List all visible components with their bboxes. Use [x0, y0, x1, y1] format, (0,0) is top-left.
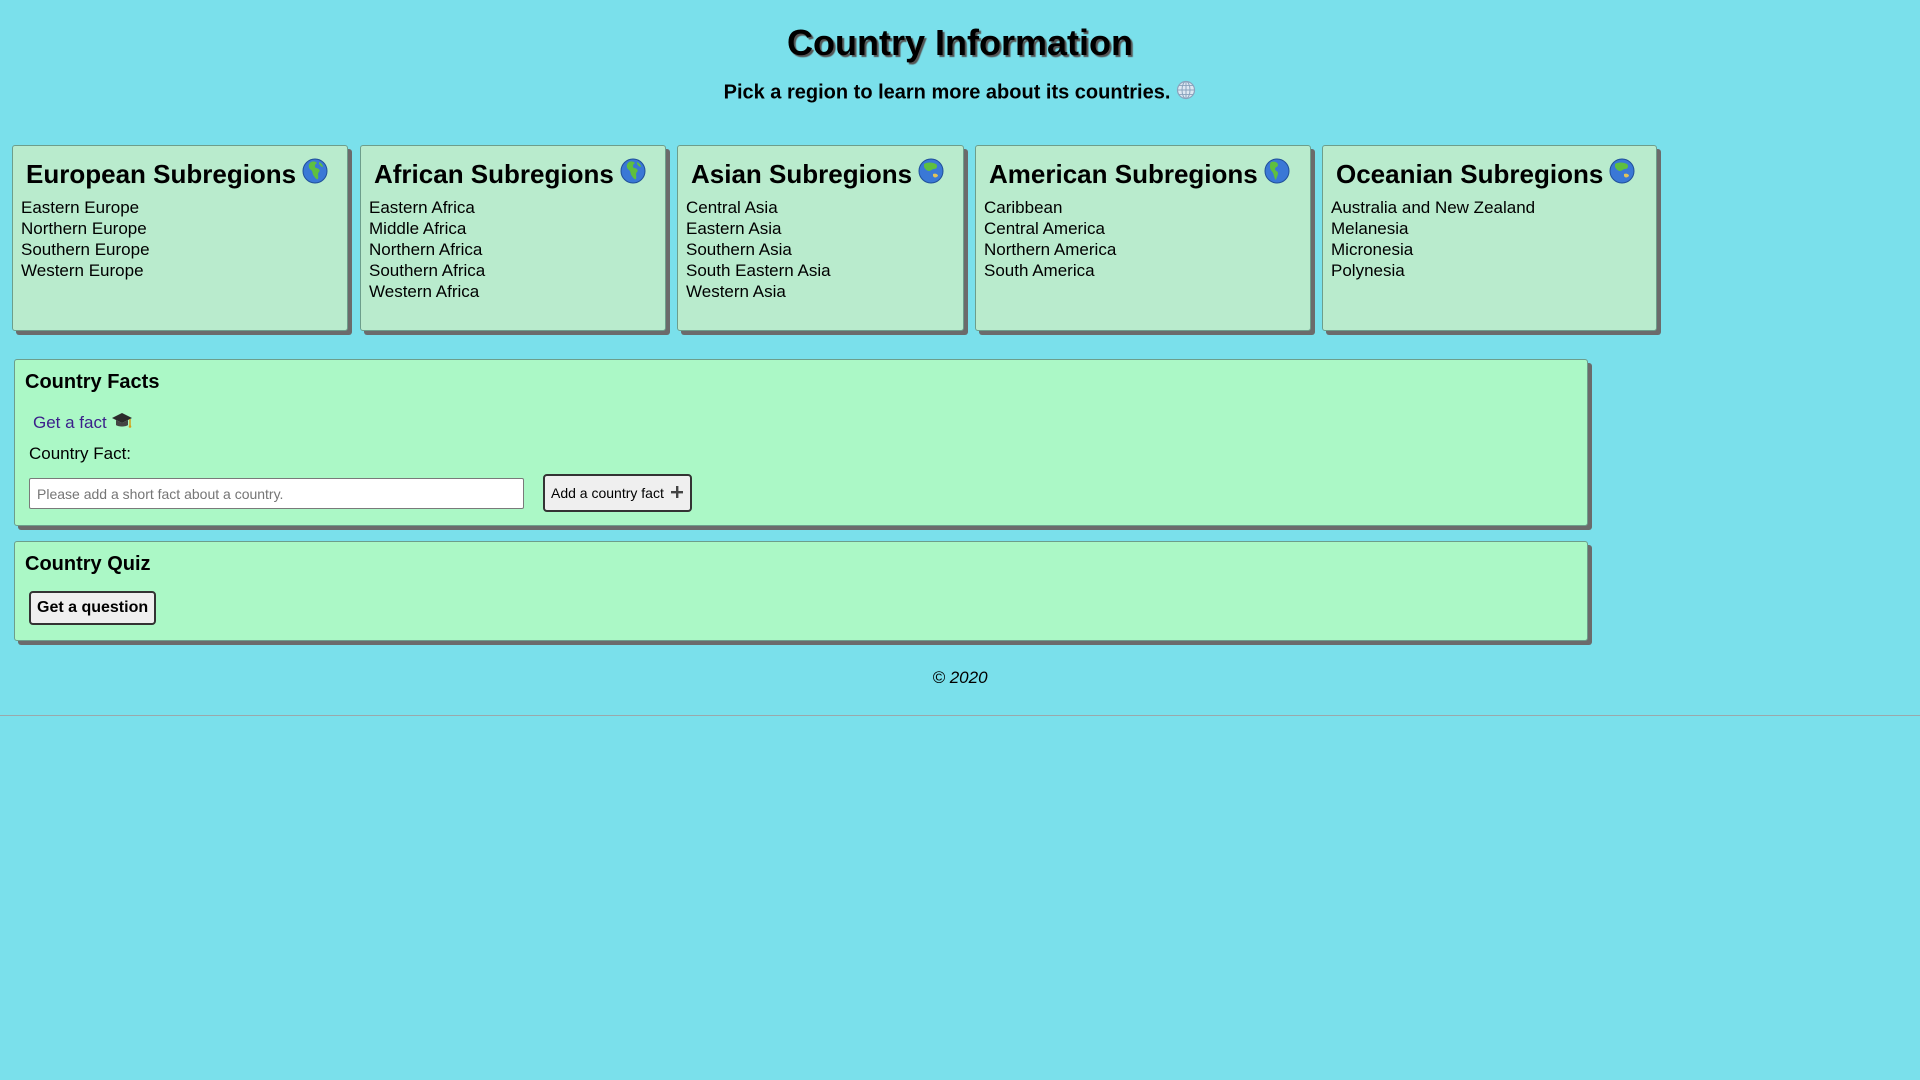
subregion-item[interactable]: Southern Europe	[21, 239, 339, 260]
subregion-item[interactable]: South Eastern Asia	[686, 260, 955, 281]
subregion-item[interactable]: Northern America	[984, 239, 1302, 260]
subregion-item[interactable]: Australia and New Zealand	[1331, 197, 1648, 218]
plus-icon	[670, 485, 684, 502]
region-card-asia: Asian Subregions Central Asia Eastern As…	[677, 145, 964, 331]
subregion-item[interactable]: Southern Asia	[686, 239, 955, 260]
country-facts-section: Country Facts Get a fact Country Fact: A…	[14, 359, 1588, 526]
region-title-text: African Subregions	[374, 159, 614, 189]
subregion-item[interactable]: Melanesia	[1331, 218, 1648, 239]
subregion-item[interactable]: South America	[984, 260, 1302, 281]
subregion-item[interactable]: Central America	[984, 218, 1302, 239]
subtitle-text: Pick a region to learn more about its co…	[723, 81, 1171, 104]
subregion-item[interactable]: Northern Europe	[21, 218, 339, 239]
footer-divider	[0, 715, 1920, 716]
page-title: Country Information	[787, 22, 1133, 63]
earth-americas-icon	[1264, 158, 1290, 191]
graduation-cap-icon	[111, 412, 133, 435]
country-facts-heading: Country Facts	[25, 371, 160, 393]
get-a-question-button[interactable]: Get a question	[29, 591, 157, 625]
subregion-item[interactable]: Eastern Europe	[21, 197, 339, 218]
subregion-item[interactable]: Western Europe	[21, 260, 339, 281]
region-title: Asian Subregions	[691, 158, 955, 191]
subregion-list: Australia and New Zealand Melanesia Micr…	[1331, 197, 1648, 281]
region-card-americas: American Subregions Caribbean Central Am…	[975, 145, 1311, 331]
subregion-item[interactable]: Micronesia	[1331, 239, 1648, 260]
earth-asia-icon	[918, 158, 944, 191]
country-quiz-section: Country Quiz Get a question	[14, 541, 1588, 641]
subregion-item[interactable]: Southern Africa	[369, 260, 657, 281]
earth-africa-europe-icon	[302, 158, 328, 191]
region-card-oceania: Oceanian Subregions Australia and New Ze…	[1322, 145, 1657, 331]
region-title: Oceanian Subregions	[1336, 158, 1648, 191]
country-fact-label: Country Fact:	[29, 444, 132, 463]
region-title: European Subregions	[26, 158, 339, 191]
region-title-text: Asian Subregions	[691, 159, 913, 189]
subregion-item[interactable]: Eastern Africa	[369, 197, 657, 218]
subregion-list: Eastern Europe Northern Europe Southern …	[21, 197, 339, 281]
region-title-text: Oceanian Subregions	[1336, 159, 1604, 189]
subregion-list: Central Asia Eastern Asia Southern Asia …	[686, 197, 955, 302]
subregion-item[interactable]: Middle Africa	[369, 218, 657, 239]
subregion-item[interactable]: Western Africa	[369, 281, 657, 302]
subregion-item[interactable]: Caribbean	[984, 197, 1302, 218]
subregion-item[interactable]: Central Asia	[686, 197, 955, 218]
country-quiz-heading: Country Quiz	[25, 553, 151, 575]
add-country-fact-label: Add a country fact	[551, 485, 664, 501]
subregion-list: Eastern Africa Middle Africa Northern Af…	[369, 197, 657, 302]
region-title-text: American Subregions	[989, 159, 1258, 189]
globe-with-meridians-icon	[1176, 80, 1196, 106]
page: Country Information Pick a region to lea…	[0, 0, 1920, 1080]
subregion-item[interactable]: Western Asia	[686, 281, 955, 302]
region-title: African Subregions	[374, 158, 657, 191]
region-title-text: European Subregions	[26, 159, 297, 189]
region-title: American Subregions	[989, 158, 1302, 191]
subregion-item[interactable]: Northern Africa	[369, 239, 657, 260]
country-fact-input[interactable]	[29, 478, 524, 509]
earth-asia-icon	[1609, 158, 1635, 191]
page-subtitle: Pick a region to learn more about its co…	[0, 80, 1920, 106]
region-card-europe: European Subregions Eastern Europe North…	[12, 145, 348, 331]
subregion-list: Caribbean Central America Northern Ameri…	[984, 197, 1302, 281]
region-card-africa: African Subregions Eastern Africa Middle…	[360, 145, 666, 331]
subregion-item[interactable]: Eastern Asia	[686, 218, 955, 239]
subregion-item[interactable]: Polynesia	[1331, 260, 1648, 281]
earth-africa-europe-icon	[620, 158, 646, 191]
get-a-fact-link[interactable]: Get a fact	[33, 412, 133, 435]
add-country-fact-button[interactable]: Add a country fact	[543, 474, 692, 512]
copyright-text: © 2020	[932, 668, 988, 687]
get-a-fact-label: Get a fact	[33, 413, 107, 432]
